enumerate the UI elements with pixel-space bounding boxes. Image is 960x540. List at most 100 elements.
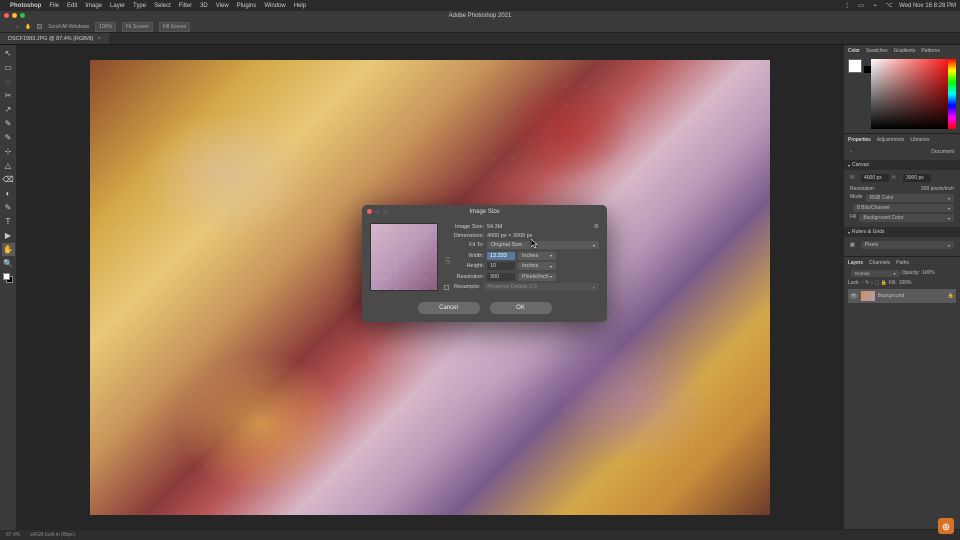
menu-select[interactable]: Select bbox=[154, 3, 171, 9]
brush-tool[interactable]: ✎ bbox=[2, 131, 15, 144]
image-size-label: Image Size: bbox=[444, 224, 484, 230]
bluetooth-icon[interactable]: ⌁ bbox=[871, 2, 879, 10]
blend-mode-dropdown[interactable]: Normal bbox=[851, 270, 900, 277]
dlg-resolution-unit-dropdown[interactable]: Pixels/Inch bbox=[518, 273, 556, 281]
resample-checkbox[interactable] bbox=[444, 285, 449, 290]
pen-tool[interactable]: ✎ bbox=[2, 201, 15, 214]
menubar-clock[interactable]: Wed Nov 18 8:28 PM bbox=[899, 3, 956, 9]
mode-dropdown[interactable]: RGB Color bbox=[866, 194, 954, 202]
healing-tool[interactable]: ⊹ bbox=[2, 145, 15, 158]
bits-dropdown[interactable]: 8 Bits/Channel bbox=[853, 204, 954, 212]
tab-layers[interactable]: Layers bbox=[848, 259, 863, 267]
hand-tool[interactable]: ✋ bbox=[2, 243, 15, 256]
close-tab-icon[interactable]: × bbox=[97, 36, 101, 42]
fit-to-dropdown[interactable]: Original Size bbox=[487, 241, 599, 249]
tab-libraries[interactable]: Libraries bbox=[910, 136, 929, 144]
tab-paths[interactable]: Paths bbox=[896, 259, 909, 267]
resolution-value: 300 pixels/inch bbox=[921, 186, 954, 192]
cancel-button[interactable]: Cancel bbox=[418, 302, 480, 314]
rulers-section-header[interactable]: Rulers & Grids bbox=[844, 227, 960, 237]
tab-channels[interactable]: Channels bbox=[869, 259, 890, 267]
rulers-unit-dropdown[interactable]: Pixels bbox=[861, 241, 954, 249]
dlg-height-unit-dropdown[interactable]: Inches bbox=[518, 262, 556, 270]
tab-properties[interactable]: Properties bbox=[848, 136, 871, 144]
tab-swatches[interactable]: Swatches bbox=[866, 47, 888, 55]
wifi-icon[interactable]: ⋮ bbox=[843, 2, 851, 10]
color-picker-field[interactable] bbox=[871, 59, 956, 129]
menu-3d[interactable]: 3D bbox=[200, 3, 208, 9]
ruler-icon: ▦ bbox=[850, 242, 855, 248]
fill-opacity-value[interactable]: 100% bbox=[899, 280, 912, 286]
document-tab[interactable]: DSCF1983.JPG @ 87.4% (RGB/8) × bbox=[0, 33, 109, 44]
menu-file[interactable]: File bbox=[49, 3, 59, 9]
layer-thumbnail[interactable] bbox=[861, 291, 875, 301]
app-menu[interactable]: Photoshop bbox=[10, 3, 41, 9]
fill-dropdown[interactable]: Background Color bbox=[859, 214, 954, 222]
dialog-preview[interactable] bbox=[370, 223, 438, 291]
menu-view[interactable]: View bbox=[216, 3, 229, 9]
link-dimensions-icon[interactable]: ⎘ bbox=[444, 258, 452, 266]
layer-name[interactable]: Background bbox=[878, 293, 905, 299]
tab-gradients[interactable]: Gradients bbox=[894, 47, 916, 55]
type-tool[interactable]: T bbox=[2, 215, 15, 228]
menu-layer[interactable]: Layer bbox=[110, 3, 125, 9]
lasso-tool[interactable]: ◌ bbox=[2, 75, 15, 88]
tab-adjustments[interactable]: Adjustments bbox=[877, 136, 905, 144]
zoom-tool[interactable]: 🔍 bbox=[2, 257, 15, 270]
color-fg-bg-swatch[interactable] bbox=[848, 59, 871, 126]
menu-plugins[interactable]: Plugins bbox=[237, 3, 257, 9]
visibility-icon[interactable]: 👁 bbox=[850, 293, 858, 300]
dlg-resolution-field[interactable]: 300 bbox=[487, 273, 515, 281]
dialog-close-icon[interactable] bbox=[367, 209, 372, 214]
scroll-all-checkbox[interactable] bbox=[37, 24, 42, 29]
tab-patterns[interactable]: Patterns bbox=[921, 47, 940, 55]
menu-image[interactable]: Image bbox=[85, 3, 102, 9]
close-window-icon[interactable] bbox=[4, 13, 9, 18]
menu-window[interactable]: Window bbox=[264, 3, 285, 9]
lock-icons[interactable]: ▫ ✎ ↕ ⬚ 🔒 bbox=[862, 280, 887, 286]
layer-row-background[interactable]: 👁 Background 🔒 bbox=[848, 289, 956, 303]
fill-opacity-label: Fill: bbox=[889, 280, 897, 286]
menu-help[interactable]: Help bbox=[294, 3, 306, 9]
fit-screen-button[interactable]: Fit Screen bbox=[122, 22, 153, 32]
menu-filter[interactable]: Filter bbox=[179, 3, 192, 9]
window-traffic-lights[interactable] bbox=[4, 13, 25, 18]
status-bar: 87.4% sRGB built-in (8bpc) bbox=[0, 530, 960, 540]
eraser-tool[interactable]: ⌫ bbox=[2, 173, 15, 186]
color-swatches[interactable] bbox=[2, 271, 15, 284]
canvas-width-field[interactable]: 4000 px bbox=[861, 174, 889, 182]
hue-slider[interactable] bbox=[948, 59, 956, 129]
menu-edit[interactable]: Edit bbox=[67, 3, 77, 9]
gradient-tool[interactable]: ◐ bbox=[2, 187, 15, 200]
marquee-tool[interactable]: ▭ bbox=[2, 61, 15, 74]
clone-tool[interactable]: △ bbox=[2, 159, 15, 172]
home-icon[interactable]: ⌂ bbox=[16, 24, 19, 30]
resample-dropdown: Preserve Details 2.0 bbox=[483, 283, 599, 291]
control-center-icon[interactable]: ⌥ bbox=[885, 2, 893, 10]
ok-button[interactable]: OK bbox=[490, 302, 552, 314]
battery-icon[interactable]: ▭ bbox=[857, 2, 865, 10]
crop-tool[interactable]: ✂ bbox=[2, 89, 15, 102]
tab-color[interactable]: Color bbox=[848, 47, 860, 55]
status-profile[interactable]: sRGB built-in (8bpc) bbox=[30, 532, 75, 538]
dlg-width-field[interactable]: 13.333 bbox=[487, 252, 515, 260]
dlg-height-field[interactable]: 10 bbox=[487, 262, 515, 270]
canvas-section-header[interactable]: Canvas bbox=[844, 160, 960, 170]
dlg-width-unit-dropdown[interactable]: Inches bbox=[518, 252, 556, 260]
zoom-window-icon[interactable] bbox=[20, 13, 25, 18]
opacity-value[interactable]: 100% bbox=[922, 270, 935, 277]
gear-icon[interactable]: ⚙ bbox=[594, 223, 599, 230]
frame-tool[interactable]: ↗ bbox=[2, 103, 15, 116]
dialog-titlebar[interactable]: Image Size bbox=[362, 205, 607, 218]
dialog-traffic-lights[interactable] bbox=[367, 209, 388, 214]
fill-screen-button[interactable]: Fill Screen bbox=[159, 22, 191, 32]
canvas-height-field[interactable]: 3000 px bbox=[903, 174, 931, 182]
zoom-100-button[interactable]: 100% bbox=[95, 22, 116, 32]
minimize-window-icon[interactable] bbox=[12, 13, 17, 18]
path-tool[interactable]: ▶ bbox=[2, 229, 15, 242]
hand-tool-icon[interactable]: ✋ bbox=[25, 24, 31, 30]
move-tool[interactable]: ↖ bbox=[2, 47, 15, 60]
menu-type[interactable]: Type bbox=[133, 3, 146, 9]
status-zoom[interactable]: 87.4% bbox=[6, 532, 20, 538]
eyedropper-tool[interactable]: ✎ bbox=[2, 117, 15, 130]
